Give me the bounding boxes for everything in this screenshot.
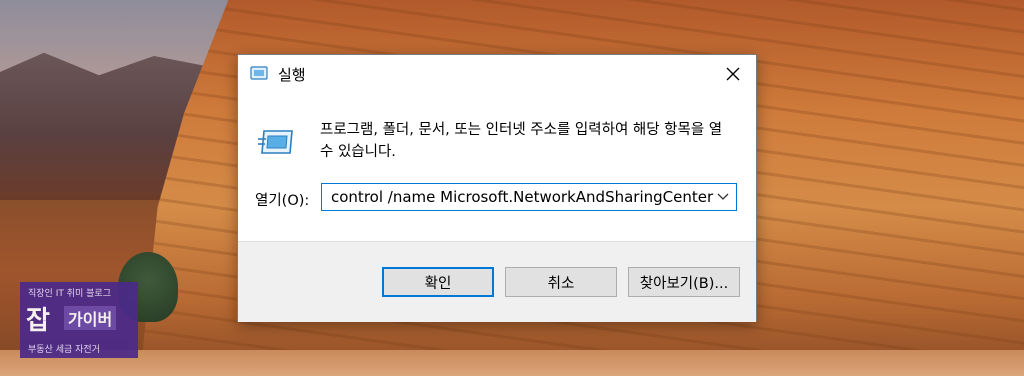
run-dialog: 실행 프로그램, 폴더, 문서, 또는 인터넷 주소를 입력하여 해당 항목을 … xyxy=(237,54,757,322)
run-title-icon xyxy=(250,66,268,80)
dialog-title: 실행 xyxy=(278,66,306,84)
dialog-footer: 확인 취소 찾아보기(B)... xyxy=(238,241,756,322)
wallpaper-sand xyxy=(0,350,1024,376)
close-button[interactable] xyxy=(710,55,756,93)
watermark-bottom-text: 부동산 세금 자전거 xyxy=(28,345,100,355)
title-bar[interactable]: 실행 xyxy=(238,55,756,93)
run-icon xyxy=(258,130,293,154)
chevron-down-icon xyxy=(717,193,729,200)
open-combobox[interactable]: control /name Microsoft.NetworkAndSharin… xyxy=(321,183,737,211)
browse-button[interactable]: 찾아보기(B)... xyxy=(628,267,740,297)
watermark-top-text: 직장인 IT 취미 블로그 xyxy=(28,289,111,299)
dialog-content: 프로그램, 폴더, 문서, 또는 인터넷 주소를 입력하여 해당 항목을 열 수… xyxy=(238,93,756,241)
dialog-description: 프로그램, 폴더, 문서, 또는 인터넷 주소를 입력하여 해당 항목을 열 수… xyxy=(320,122,723,160)
close-icon xyxy=(726,67,740,81)
open-input[interactable]: control /name Microsoft.NetworkAndSharin… xyxy=(331,188,713,206)
cancel-button[interactable]: 취소 xyxy=(505,267,617,297)
ok-button[interactable]: 확인 xyxy=(382,267,494,297)
watermark-mid-text: 가이버 xyxy=(64,306,117,330)
open-label: 열기(O): xyxy=(255,193,310,209)
watermark-big-text: 잡 xyxy=(26,306,50,336)
watermark-logo: 직장인 IT 취미 블로그 잡 가이버 부동산 세금 자전거 xyxy=(20,282,138,358)
combo-dropdown-button[interactable] xyxy=(714,188,732,206)
